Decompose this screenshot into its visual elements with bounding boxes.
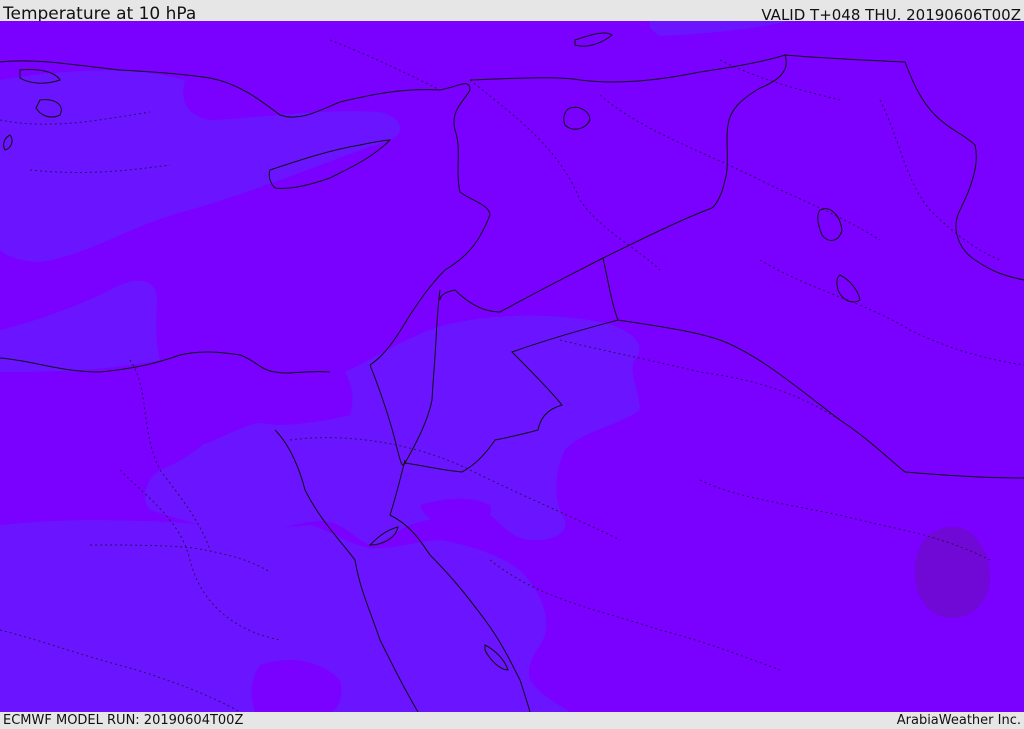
temperature-map: [0, 21, 1024, 712]
footer-bar: ECMWF MODEL RUN: 20190604T00Z ArabiaWeat…: [0, 712, 1024, 729]
model-run-label: ECMWF MODEL RUN: 20190604T00Z: [3, 713, 244, 728]
credit-label: ArabiaWeather Inc.: [896, 713, 1021, 728]
header-bar: Temperature at 10 hPa VALID T+048 THU. 2…: [0, 0, 1024, 24]
